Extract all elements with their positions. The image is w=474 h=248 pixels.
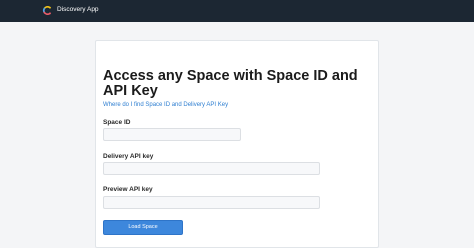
- contentful-logo-icon[interactable]: [42, 5, 53, 16]
- help-link[interactable]: Where do I find Space ID and Delivery AP…: [103, 101, 228, 109]
- top-bar: Discovery App: [0, 0, 474, 22]
- app-title[interactable]: Discovery App: [57, 4, 99, 16]
- delivery-api-key-label: Delivery API key: [103, 153, 154, 160]
- space-id-input[interactable]: [103, 128, 241, 141]
- page-title: Access any Space with Space ID and API K…: [103, 68, 358, 99]
- preview-api-key-label: Preview API key: [103, 186, 153, 193]
- load-space-button[interactable]: Load Space: [103, 220, 183, 235]
- delivery-api-key-input[interactable]: [103, 162, 320, 175]
- access-space-card: Access any Space with Space ID and API K…: [95, 40, 379, 248]
- preview-api-key-input[interactable]: [103, 196, 320, 209]
- space-id-label: Space ID: [103, 119, 131, 126]
